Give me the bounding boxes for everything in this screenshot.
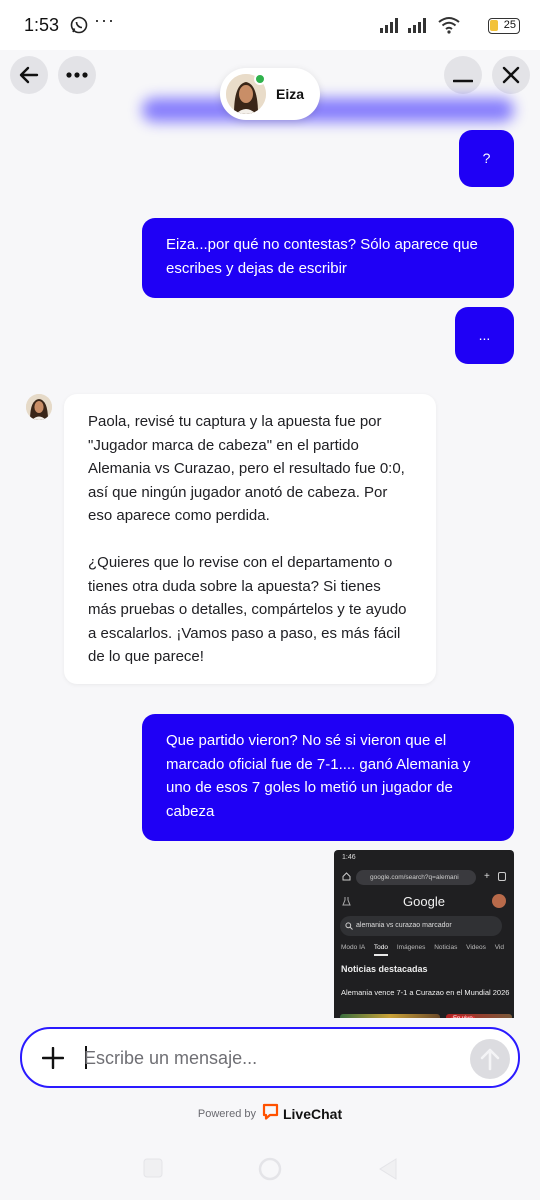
message-text: Eiza...por qué no contestas? Sólo aparec… <box>166 236 478 277</box>
minimize-button[interactable] <box>444 56 482 94</box>
message-composer <box>20 1027 520 1088</box>
arrow-left-icon <box>19 66 39 84</box>
more-horizontal-icon <box>66 72 88 78</box>
more-options-button[interactable] <box>58 56 96 94</box>
wifi-icon <box>438 16 460 39</box>
triangle-back-icon <box>379 1158 397 1180</box>
status-bar: 1:53 ··· 25 <box>0 0 540 50</box>
visitor-message: Eiza...por qué no contestas? Sólo aparec… <box>142 218 514 298</box>
livechat-brand: LiveChat <box>282 1106 343 1122</box>
attachment-tab: Imágenes <box>396 944 426 951</box>
plus-icon <box>42 1047 64 1069</box>
agent-message: Paola, revisé tu captura y la apuesta fu… <box>64 394 436 684</box>
battery-indicator: 25 <box>488 18 520 34</box>
attachment-search-icon <box>345 922 353 932</box>
attachment-google-logo: Google <box>403 894 445 909</box>
online-status-dot <box>254 73 266 85</box>
visitor-message: ? <box>459 130 514 187</box>
blurred-message <box>142 98 514 122</box>
powered-by-label: Powered by <box>197 1108 256 1120</box>
whatsapp-icon <box>70 16 88 39</box>
attachment-time: 1:46 <box>342 854 356 861</box>
home-icon <box>342 872 351 883</box>
close-icon <box>502 66 520 84</box>
agent-header[interactable]: Eiza <box>220 68 320 120</box>
circle-icon <box>258 1157 282 1181</box>
attachment-tab: Vid <box>494 944 504 951</box>
status-time: 1:53 <box>24 15 60 35</box>
message-text: ? <box>482 149 491 166</box>
message-text: Que partido vieron? No sé si vieron que … <box>166 732 471 820</box>
attachment-tab: Videos <box>466 944 486 951</box>
tabs-icon <box>498 872 506 881</box>
attachment-search-box: alemania vs curazao marcador <box>340 916 502 936</box>
message-input[interactable] <box>84 1041 464 1075</box>
back-button[interactable] <box>10 56 48 94</box>
agent-name: Eiza <box>276 86 305 102</box>
message-paragraph: Paola, revisé tu captura y la apuesta fu… <box>88 413 405 524</box>
message-paragraph: ¿Quieres que lo revise con el departamen… <box>88 554 407 665</box>
back-nav-button[interactable] <box>378 1158 398 1185</box>
recent-apps-button[interactable] <box>143 1158 163 1183</box>
attachment-tab: Noticias <box>434 944 458 951</box>
system-navigation-bar <box>0 1140 540 1200</box>
attachment-url-bar: google.com/search?q=alemani <box>356 870 476 885</box>
attachment-url: google.com/search?q=alemani <box>370 874 459 881</box>
send-arrow-icon <box>480 1048 500 1071</box>
add-attachment-button[interactable] <box>38 1043 68 1073</box>
image-attachment[interactable]: 1:46 google.com/search?q=alemani + Googl… <box>334 850 514 1025</box>
status-icons: 25 <box>380 16 520 36</box>
square-icon <box>143 1158 163 1178</box>
attachment-plus-icon: + <box>484 871 490 882</box>
close-button[interactable] <box>492 56 530 94</box>
agent-avatar-small <box>26 394 52 420</box>
visitor-message: ... <box>455 307 514 364</box>
signal-icon <box>408 16 430 39</box>
powered-by-footer[interactable]: Powered by LiveChat <box>0 1103 540 1125</box>
attachment-tab: Todo <box>373 944 389 956</box>
home-button[interactable] <box>258 1157 282 1186</box>
minimize-icon <box>453 79 473 83</box>
attachment-tab: Modo IA <box>341 944 366 951</box>
battery-fill <box>490 20 498 31</box>
signal-icon <box>380 16 402 39</box>
status-more-notifications: ··· <box>94 10 115 30</box>
attachment-tabs: Modo IA Todo Imágenes Noticias Videos Vi… <box>341 944 511 956</box>
visitor-message: Que partido vieron? No sé si vieron que … <box>142 714 514 841</box>
send-button[interactable] <box>470 1039 510 1079</box>
livechat-logo-icon <box>262 1103 279 1125</box>
attachment-query: alemania vs curazao marcador <box>356 922 452 929</box>
attachment-headline: Alemania vence 7-1 a Curazao en el Mundi… <box>341 988 510 997</box>
message-text: ... <box>478 326 491 343</box>
attachment-avatar <box>492 894 506 908</box>
attachment-section-title: Noticias destacadas <box>341 964 428 974</box>
battery-level: 25 <box>503 19 516 31</box>
